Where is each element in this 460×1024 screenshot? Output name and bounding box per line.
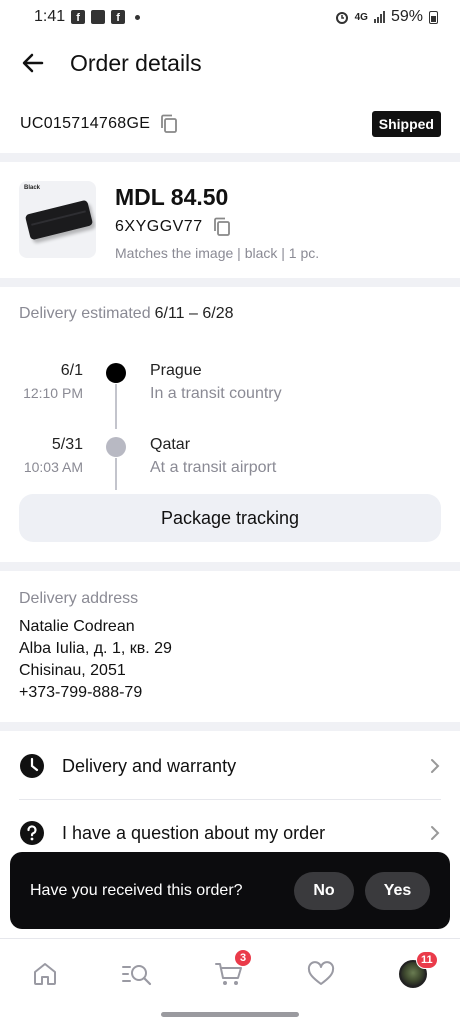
status-badge: Shipped <box>371 111 441 137</box>
battery-icon <box>429 10 438 24</box>
toast-buttons: No Yes <box>294 871 430 910</box>
timeline-date: 6/1 <box>60 362 83 379</box>
menu-item-delivery-warranty[interactable]: Delivery and warranty <box>19 733 441 799</box>
signal-icon <box>373 11 385 23</box>
image-notification-icon <box>91 10 106 24</box>
received-order-toast: Have you received this order? No Yes <box>10 852 450 929</box>
network-type: 4G <box>354 11 368 23</box>
tab-home[interactable] <box>28 957 62 991</box>
alarm-icon <box>335 12 348 24</box>
cart-count-badge: 3 <box>234 949 252 967</box>
delivery-address: Delivery address Natalie Codrean Alba Iu… <box>19 590 172 704</box>
yes-button[interactable]: Yes <box>365 871 430 910</box>
timeline-status: In a transit country <box>150 385 282 402</box>
copy-icon[interactable] <box>213 217 231 237</box>
home-indicator[interactable] <box>161 1012 299 1017</box>
menu-item-label: Delivery and warranty <box>62 755 237 776</box>
status-left: 1:41 f f <box>34 8 141 26</box>
recipient-name: Natalie Codrean <box>19 618 135 635</box>
facebook-notification-icon: f <box>111 10 126 24</box>
menu-item-left: Delivery and warranty <box>19 753 236 779</box>
address-city: Chisinau, 2051 <box>19 662 126 679</box>
address-phone: +373-799-888-79 <box>19 684 143 701</box>
page-title: Order details <box>70 49 202 76</box>
copy-icon[interactable] <box>160 114 178 134</box>
status-bar: 1:41 f f 4G 59% <box>0 0 460 34</box>
estimate-value: 6/11 – 6/28 <box>154 305 234 322</box>
more-notifications-icon <box>135 14 141 20</box>
thumbnail-label: Black <box>24 185 41 191</box>
clock-icon <box>20 754 44 778</box>
tab-cart[interactable]: 3 <box>212 949 252 991</box>
tab-account[interactable]: 11 <box>396 951 438 991</box>
menu-item-label: I have a question about my order <box>62 822 326 843</box>
section-divider <box>0 153 460 162</box>
address-street: Alba Iulia, д. 1, кв. 29 <box>19 640 172 657</box>
section-divider <box>0 562 460 571</box>
product-thumbnail[interactable]: Black <box>19 181 96 258</box>
question-icon <box>20 821 44 845</box>
estimate-label: Delivery estimated <box>19 305 151 322</box>
header: Order details <box>0 34 460 92</box>
order-id: UC015714768GE <box>20 114 178 134</box>
timeline-time: 12:10 PM <box>23 385 83 401</box>
timeline-dot-active <box>106 363 126 383</box>
chevron-right-icon <box>431 826 440 840</box>
section-divider <box>0 722 460 731</box>
package-tracking-button[interactable]: Package tracking <box>19 494 441 542</box>
timeline-city: Prague <box>150 362 202 379</box>
tab-wishlist[interactable] <box>304 957 338 991</box>
product-sku-row: 6XYGGV77 <box>115 217 319 237</box>
address-label: Delivery address <box>19 590 139 607</box>
product-card[interactable]: Black MDL 84.50 6XYGGV77 Matches the ima… <box>19 181 441 261</box>
order-id-row: UC015714768GE Shipped <box>20 106 441 142</box>
delivery-estimate: Delivery estimated 6/11 – 6/28 <box>19 305 234 323</box>
menu-item-left: I have a question about my order <box>19 820 325 846</box>
back-arrow-icon[interactable] <box>20 50 46 76</box>
facebook-notification-icon: f <box>71 10 86 24</box>
account-count-badge: 11 <box>416 951 438 969</box>
timeline-dot <box>106 437 126 457</box>
search-list-icon <box>122 965 152 986</box>
tab-search[interactable] <box>120 957 154 991</box>
timeline-status: At a transit airport <box>150 459 277 476</box>
product-variant: Matches the image | black | 1 pc. <box>115 245 320 261</box>
product-info: MDL 84.50 6XYGGV77 Matches the image | b… <box>115 181 319 261</box>
product-sku: 6XYGGV77 <box>115 218 203 235</box>
status-right: 4G 59% <box>335 8 438 26</box>
chevron-right-icon <box>431 759 440 773</box>
home-icon <box>34 963 56 985</box>
timeline-date: 5/31 <box>51 436 83 453</box>
no-button[interactable]: No <box>294 871 354 910</box>
toast-question: Have you received this order? <box>30 881 243 899</box>
product-price: MDL 84.50 <box>115 184 229 210</box>
section-divider <box>0 278 460 287</box>
timeline-city: Qatar <box>150 436 191 453</box>
timeline-item: 6/1 12:10 PM Prague In a transit country <box>0 357 460 431</box>
product-image <box>24 199 94 241</box>
timeline-time: 10:03 AM <box>23 459 83 475</box>
heart-icon <box>307 961 335 985</box>
battery-percent: 59% <box>390 8 423 25</box>
order-id-text: UC015714768GE <box>20 115 151 132</box>
status-time: 1:41 <box>34 8 66 25</box>
